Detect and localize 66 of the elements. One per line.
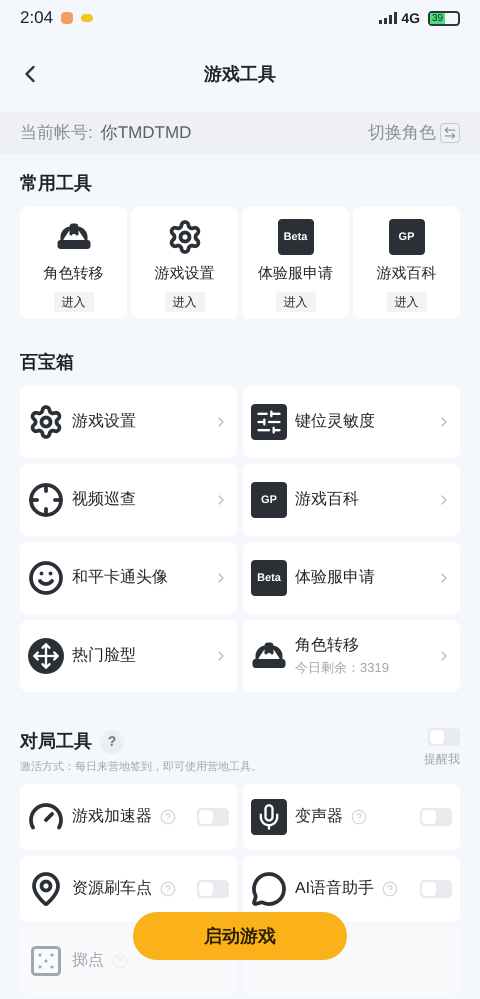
settings-icon bbox=[166, 219, 202, 255]
badge-icon: Beta bbox=[278, 219, 314, 255]
item-label: 资源刷车点 bbox=[72, 878, 152, 898]
section-title: 百宝箱 bbox=[20, 351, 75, 374]
signal-icon bbox=[379, 12, 398, 24]
notification-icon bbox=[61, 12, 74, 24]
toolbox-item[interactable]: 热门脸型 bbox=[20, 620, 237, 692]
account-name: 你TMDTMD bbox=[100, 122, 192, 144]
start-game-button[interactable]: 启动游戏 bbox=[133, 912, 347, 960]
item-label: 变声器 bbox=[295, 806, 343, 826]
face-icon bbox=[28, 560, 64, 596]
enter-button[interactable]: 进入 bbox=[54, 292, 94, 312]
tool-card[interactable]: 角色转移 进入 bbox=[20, 207, 127, 319]
help-icon[interactable] bbox=[382, 880, 398, 896]
tool-card[interactable]: Beta 体验服申请 进入 bbox=[242, 207, 349, 319]
toolbox-item[interactable]: 和平卡通头像 bbox=[20, 542, 237, 614]
crosshair-icon bbox=[28, 482, 64, 518]
item-label: 游戏设置 bbox=[72, 412, 137, 432]
section-title: 对局工具 bbox=[20, 730, 92, 753]
help-icon[interactable] bbox=[160, 880, 176, 896]
enter-button[interactable]: 进入 bbox=[386, 292, 426, 312]
item-label: 游戏百科 bbox=[295, 490, 360, 510]
tool-label: 角色转移 bbox=[44, 264, 104, 284]
tool-card[interactable]: GP 游戏百科 进入 bbox=[353, 207, 460, 319]
item-label: 和平卡通头像 bbox=[72, 568, 169, 588]
tool-label: 游戏设置 bbox=[154, 264, 214, 284]
help-icon[interactable] bbox=[160, 808, 176, 824]
account-label: 当前帐号: bbox=[20, 122, 93, 144]
tool-card[interactable]: 游戏设置 进入 bbox=[131, 207, 238, 319]
switch-icon bbox=[440, 123, 460, 143]
battery-indicator: 39 bbox=[428, 10, 460, 26]
item-label: 游戏加速器 bbox=[72, 806, 152, 826]
settings-icon bbox=[28, 404, 64, 440]
help-icon[interactable] bbox=[351, 808, 367, 824]
microphone-icon bbox=[251, 798, 287, 834]
badge-icon: Beta bbox=[251, 560, 287, 596]
status-time: 2:04 bbox=[20, 7, 54, 30]
page-title: 游戏工具 bbox=[204, 62, 276, 86]
help-button[interactable]: ? bbox=[100, 730, 124, 754]
tool-label: 游戏百科 bbox=[376, 264, 436, 284]
chat-bubble-icon bbox=[251, 870, 287, 906]
toolbox-item[interactable]: 角色转移 今日剩余：3319 bbox=[243, 620, 460, 692]
item-label: 角色转移 bbox=[295, 636, 360, 656]
item-label: 视频巡查 bbox=[72, 490, 137, 510]
item-label: AI语音助手 bbox=[295, 878, 374, 898]
toolbox-item[interactable]: 视频巡查 bbox=[20, 464, 237, 536]
toolbox-item[interactable]: Beta 体验服申请 bbox=[243, 542, 460, 614]
toolbox-item[interactable]: 键位灵敏度 bbox=[243, 386, 460, 458]
enter-button[interactable]: 进入 bbox=[164, 292, 204, 312]
badge-icon: GP bbox=[388, 219, 424, 255]
item-label: 热门脸型 bbox=[72, 646, 137, 666]
toolbox-item[interactable]: 游戏设置 bbox=[20, 386, 237, 458]
notification-icon bbox=[81, 14, 94, 22]
remind-label: 提醒我 bbox=[424, 751, 460, 768]
item-label: 体验服申请 bbox=[295, 568, 376, 588]
sliders-icon bbox=[251, 404, 287, 440]
toolbox-item[interactable]: GP 游戏百科 bbox=[243, 464, 460, 536]
hint-text: 激活方式：每日来营地签到，即可使用营地工具。 bbox=[20, 760, 262, 775]
item-label: 掷点 bbox=[72, 950, 104, 970]
item-label: 键位灵敏度 bbox=[295, 412, 376, 432]
network-label: 4G bbox=[401, 8, 420, 28]
badge-icon: GP bbox=[251, 482, 287, 518]
tool-label: 体验服申请 bbox=[258, 264, 333, 284]
section-title: 常用工具 bbox=[20, 172, 93, 195]
item-note: 今日剩余：3319 bbox=[295, 659, 390, 678]
enter-button[interactable]: 进入 bbox=[276, 292, 316, 312]
